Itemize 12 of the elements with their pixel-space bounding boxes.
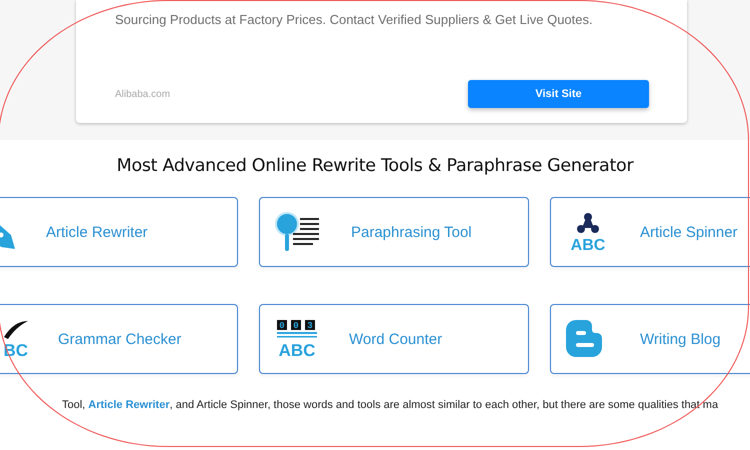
tool-card[interactable]: Paraphrasing Tool bbox=[259, 197, 529, 267]
article-rewriter-link[interactable]: Article Rewriter bbox=[88, 399, 170, 411]
tool-card[interactable]: ABC Article Spinner bbox=[550, 197, 750, 267]
magnifier-document-icon bbox=[275, 212, 321, 252]
visit-site-button[interactable]: Visit Site bbox=[468, 80, 649, 108]
tool-card[interactable]: 0 0 3 ABC Word Counter bbox=[259, 304, 529, 374]
ad-description: Sourcing Products at Factory Prices. Contact Verified Suppliers & Get Live Quotes. bbox=[115, 12, 594, 28]
tool-card[interactable]: Writing Blog bbox=[550, 304, 750, 374]
section-heading: Most Advanced Online Rewrite Tools & Paraphrase Generator bbox=[116, 156, 635, 176]
intro-paragraph: Tool, Article Rewriter, and Article Spinner, those words and tools are almost similar to each other, but there are some qualities that ma bbox=[62, 399, 720, 411]
tool-card[interactable]: Article Rewriter bbox=[0, 197, 238, 267]
ad-source: Alibaba.com bbox=[115, 88, 170, 100]
